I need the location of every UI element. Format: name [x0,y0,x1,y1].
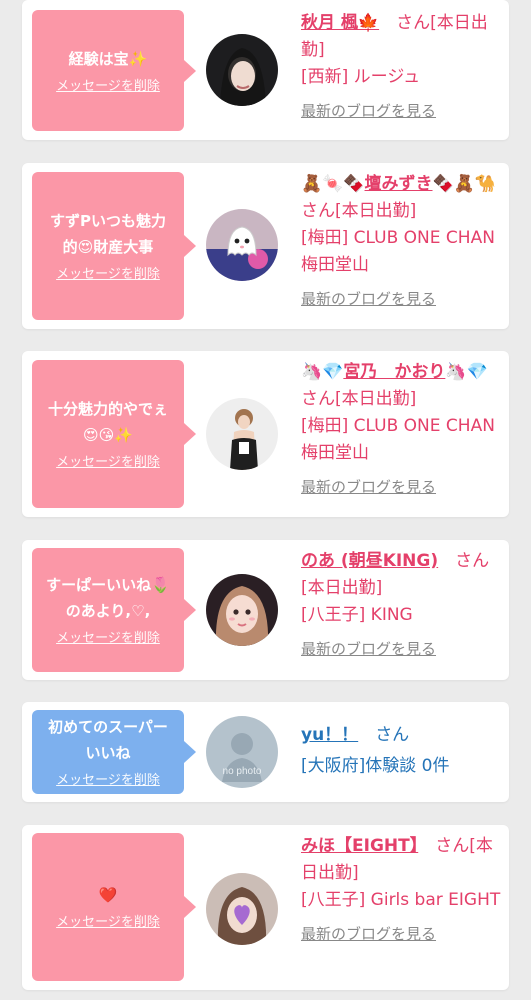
latest-blog-link[interactable]: 最新のブログを見る [301,101,505,121]
shop-name[interactable]: [梅田] CLUB ONE CHAN 梅田堂山 [301,225,505,279]
name-line: 🦄💎宮乃 かおり🦄💎 さん[本日出勤] [301,359,505,413]
shop-name[interactable]: [梅田] CLUB ONE CHAN 梅田堂山 [301,413,505,467]
user-info: みほ【EIGHT】 さん[本日出勤] [八王子] Girls bar EIGHT… [301,833,505,944]
avatar[interactable] [206,34,278,106]
delete-message-link[interactable]: メッセージを削除 [56,914,160,932]
message-text: 経験は宝✨ [68,49,148,68]
no-photo-caption: no photo [223,766,262,777]
message-bubble: すずPいつも魅力 的😍財産大事 メッセージを削除 [32,172,196,320]
avatar[interactable] [206,574,278,646]
honorific: さん [455,551,490,571]
name-line: 🧸🍬🍫壇みずき🍫🧸🐪 さん[本日出勤] [301,171,505,225]
user-info: yu！！ さん [大阪府]体験談 0件 [301,722,505,780]
avatar[interactable] [206,398,278,470]
message-text: ❤️ [98,886,118,904]
honorific: さん [435,836,470,856]
honorific: さん [301,201,335,221]
delete-message-link[interactable]: メッセージを削除 [56,266,160,284]
user-info: のあ (朝昼KING) さん [本日出勤] [八王子] KING 最新のブログを見… [301,548,505,659]
super-like-list: 経験は宝✨ メッセージを削除 秋月 楓🍁 さん[本日出勤] [西新] ルージュ … [0,0,531,1000]
user-name-link[interactable]: 宮乃 かおり [343,362,445,382]
honorific: さん [396,13,431,33]
list-item: 初めてのスーパー いいね メッセージを削除 no photo yu！！ さん [… [22,702,509,802]
delete-message-link[interactable]: メッセージを削除 [56,630,160,648]
latest-blog-link[interactable]: 最新のブログを見る [301,289,505,309]
user-info: 🦄💎宮乃 かおり🦄💎 さん[本日出勤] [梅田] CLUB ONE CHAN 梅… [301,359,505,497]
avatar[interactable] [206,873,278,945]
avatar[interactable] [206,209,278,281]
user-name-link[interactable]: みほ【EIGHT】 [301,836,418,856]
name-prefix-emoji: 🦄💎 [301,362,344,382]
user-info: 🧸🍬🍫壇みずき🍫🧸🐪 さん[本日出勤] [梅田] CLUB ONE CHAN 梅… [301,171,505,309]
message-bubble: 十分魅力的やでぇ 😍😘✨ メッセージを削除 [32,360,196,508]
honorific: さん [301,389,335,409]
message-bubble: 初めてのスーパー いいね メッセージを削除 [32,710,196,794]
avatar-photo-icon [206,873,278,945]
user-name-link[interactable]: のあ (朝昼KING) [301,551,438,571]
honorific: さん [375,725,410,745]
avatar[interactable]: no photo [206,716,278,788]
status-text: [本日出勤] [335,389,417,409]
delete-message-link[interactable]: メッセージを削除 [56,454,160,472]
name-line: yu！！ さん [301,722,505,749]
user-info: 秋月 楓🍁 さん[本日出勤] [西新] ルージュ 最新のブログを見る [301,10,505,121]
message-text: すーぱーいいね🌷 のあより,♡, [46,576,170,620]
message-text: すずPいつも魅力 的😍財産大事 [50,212,166,256]
list-item: 十分魅力的やでぇ 😍😘✨ メッセージを削除 🦄💎宮乃 かおり🦄💎 さん[本日出勤… [22,351,509,517]
review-count-link[interactable]: [大阪府]体験談 0件 [301,753,505,780]
message-text: 初めてのスーパー いいね [48,718,168,762]
message-text: 十分魅力的やでぇ 😍😘✨ [47,400,168,444]
avatar-photo-icon [206,209,278,281]
message-bubble: 経験は宝✨ メッセージを削除 [32,10,196,131]
name-line: 秋月 楓🍁 さん[本日出勤] [301,10,505,64]
name-suffix-emoji: 🦄💎 [445,362,488,382]
name-suffix-emoji: 🍫🧸🐪 [432,174,497,194]
user-name-link[interactable]: 壇みずき [365,174,433,194]
delete-message-link[interactable]: メッセージを削除 [56,772,160,790]
list-item: 経験は宝✨ メッセージを削除 秋月 楓🍁 さん[本日出勤] [西新] ルージュ … [22,0,509,140]
user-name-link[interactable]: 秋月 楓🍁 [301,13,379,33]
latest-blog-link[interactable]: 最新のブログを見る [301,639,505,659]
name-line: みほ【EIGHT】 さん[本日出勤] [301,833,505,887]
avatar-photo-icon [206,574,278,646]
list-item: すーぱーいいね🌷 のあより,♡, メッセージを削除 のあ (朝昼KING) さん… [22,540,509,680]
list-item: ❤️ メッセージを削除 みほ【EIGHT】 さん[本日出勤] [八王子] Gir… [22,825,509,990]
message-bubble: ❤️ メッセージを削除 [32,833,196,981]
name-prefix-emoji: 🧸🍬🍫 [301,174,365,194]
status-text: [本日出勤] [301,578,383,598]
latest-blog-link[interactable]: 最新のブログを見る [301,477,505,497]
message-bubble: すーぱーいいね🌷 のあより,♡, メッセージを削除 [32,548,196,672]
user-name-link[interactable]: yu！！ [301,725,358,745]
avatar-photo-icon [206,398,278,470]
name-line: のあ (朝昼KING) さん [本日出勤] [301,548,505,602]
shop-name[interactable]: [西新] ルージュ [301,64,505,91]
latest-blog-link[interactable]: 最新のブログを見る [301,924,505,944]
shop-name[interactable]: [八王子] KING [301,602,505,629]
list-item: すずPいつも魅力 的😍財産大事 メッセージを削除 🧸🍬🍫壇みずき🍫🧸🐪 さん[本… [22,163,509,329]
no-photo-silhouette-icon: no photo [206,716,278,788]
status-text: [本日出勤] [335,201,417,221]
delete-message-link[interactable]: メッセージを削除 [56,78,160,96]
avatar-photo-icon [206,34,278,106]
shop-name[interactable]: [八王子] Girls bar EIGHT [301,887,505,914]
